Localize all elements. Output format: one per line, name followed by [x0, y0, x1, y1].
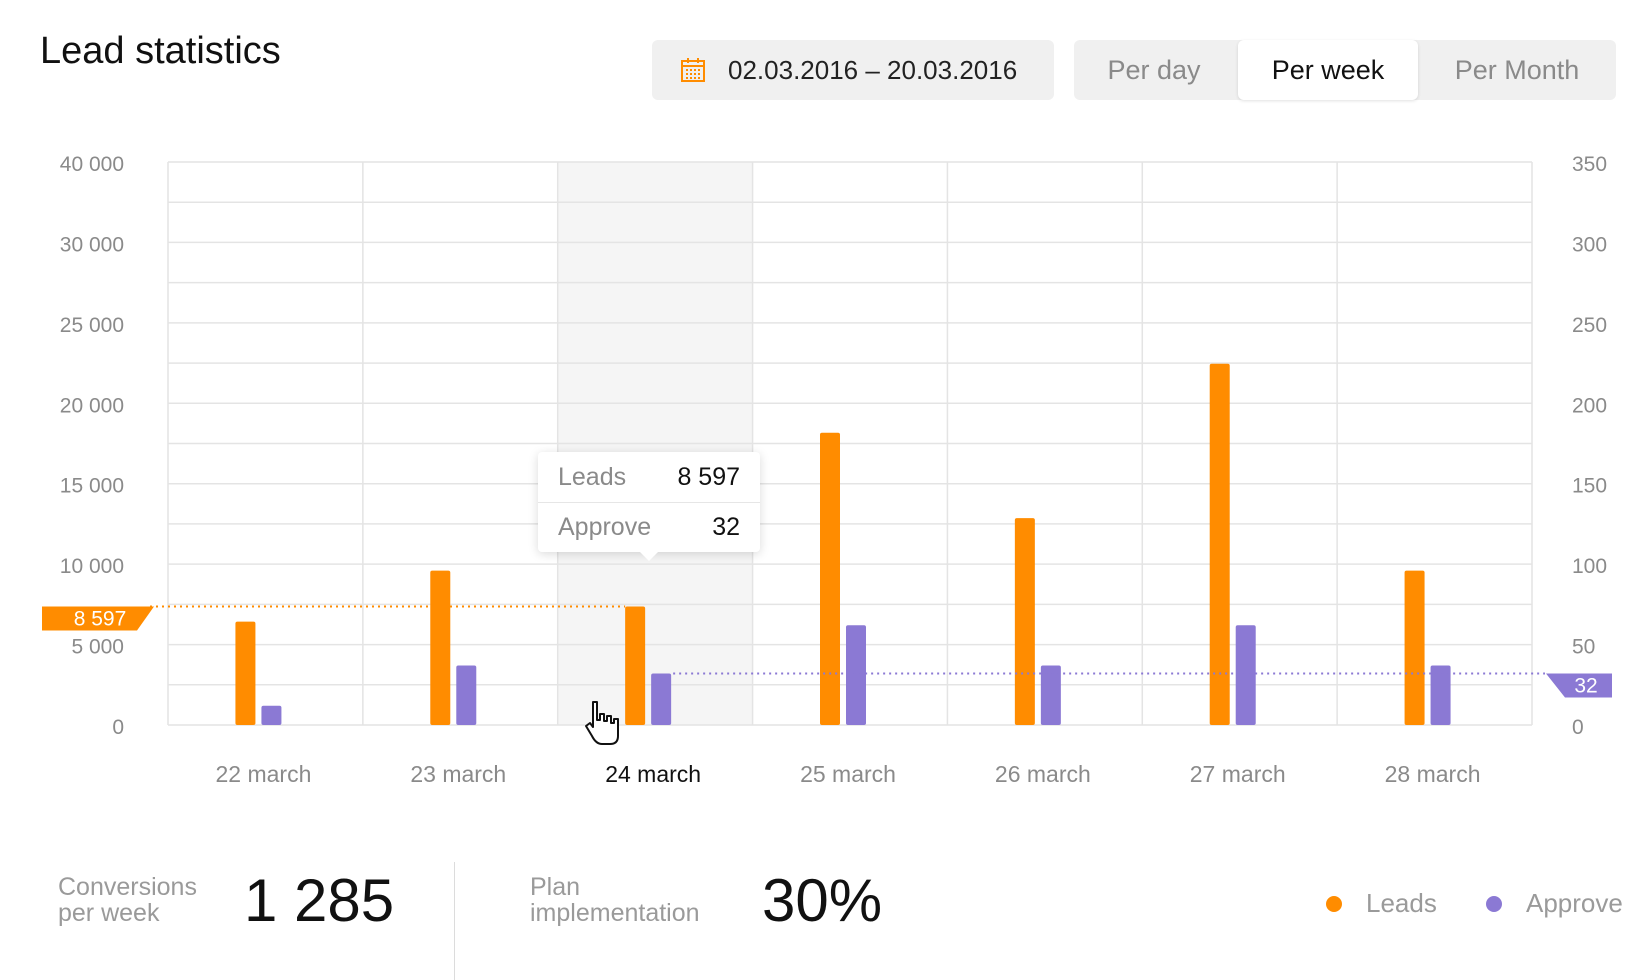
chart-tooltip: Leads 8 597 Approve 32 [538, 452, 760, 561]
bar-leads [625, 606, 646, 725]
right-axis-tick: 200 [1572, 394, 1607, 417]
plan-label: Plan implementation [530, 874, 700, 926]
left-axis-tick: 0 [112, 716, 124, 739]
left-axis-tick: 40 000 [60, 153, 124, 176]
legend-leads[interactable]: Leads [1326, 888, 1437, 919]
x-axis-tick: 24 march [605, 761, 701, 787]
bar-leads [1014, 518, 1035, 725]
x-axis-tick: 23 march [410, 761, 506, 787]
plan-value: 30% [762, 867, 883, 934]
bar-leads [820, 432, 840, 725]
bar-approve [846, 625, 866, 725]
right-axis-tick: 150 [1572, 475, 1607, 498]
legend-approve-dot [1486, 895, 1502, 912]
bar-leads [235, 621, 256, 725]
tooltip-arrow [640, 552, 658, 561]
plan-label-line1: Plan [530, 873, 581, 901]
bar-approve [1235, 625, 1256, 725]
approve-marker-label: 32 [1574, 675, 1597, 698]
legend-leads-dot [1326, 895, 1342, 912]
left-axis-tick: 10 000 [60, 555, 124, 578]
lead-statistics-chart: 40 000 30 000 25 000 20 000 15 000 10 000 5 00… [42, 153, 1612, 787]
x-axis-tick: 27 march [1190, 761, 1286, 787]
conversions-label-line2: per week [58, 899, 160, 927]
bar-leads [430, 570, 451, 725]
left-axis-tick: 25 000 [60, 314, 124, 337]
right-axis-tick: 50 [1572, 636, 1595, 659]
left-axis-tick: 5 000 [71, 636, 124, 659]
legend-leads-label: Leads [1366, 888, 1437, 918]
tooltip-leads-value: 8 597 [677, 462, 740, 491]
bar-approve [261, 705, 282, 725]
tooltip-approve-label: Approve [558, 513, 652, 541]
leads-marker-label: 8 597 [74, 607, 127, 630]
plan-label-line2: implementation [530, 899, 700, 927]
right-axis-tick: 0 [1572, 716, 1584, 739]
stats-divider [454, 862, 455, 980]
bar-approve [651, 673, 672, 725]
legend-approve[interactable]: Approve [1486, 888, 1623, 919]
bar-leads [1209, 363, 1230, 725]
x-axis-tick: 28 march [1385, 761, 1481, 787]
left-axis-tick: 15 000 [60, 475, 124, 498]
tooltip-leads-row: Leads 8 597 [538, 452, 760, 502]
right-axis-tick: 350 [1572, 153, 1607, 176]
right-axis-tick: 300 [1572, 233, 1607, 256]
left-axis-tick: 20 000 [60, 394, 124, 417]
tooltip-leads-label: Leads [558, 462, 627, 491]
tooltip-approve-value: 32 [712, 513, 740, 541]
bar-leads [1404, 570, 1425, 725]
left-axis-tick: 30 000 [60, 233, 124, 256]
legend-approve-label: Approve [1526, 888, 1623, 918]
conversions-label: Conversions per week [58, 874, 197, 926]
right-axis-tick: 250 [1572, 314, 1607, 337]
conversions-label-line1: Conversions [58, 873, 197, 901]
bar-approve [456, 665, 477, 725]
tooltip-approve-row: Approve 32 [538, 502, 760, 552]
x-axis-tick: 25 march [800, 761, 896, 787]
right-axis-tick: 100 [1572, 555, 1607, 578]
conversions-value: 1 285 [244, 867, 395, 934]
x-axis-tick: 26 march [995, 761, 1091, 787]
x-axis-tick: 22 march [215, 761, 311, 787]
